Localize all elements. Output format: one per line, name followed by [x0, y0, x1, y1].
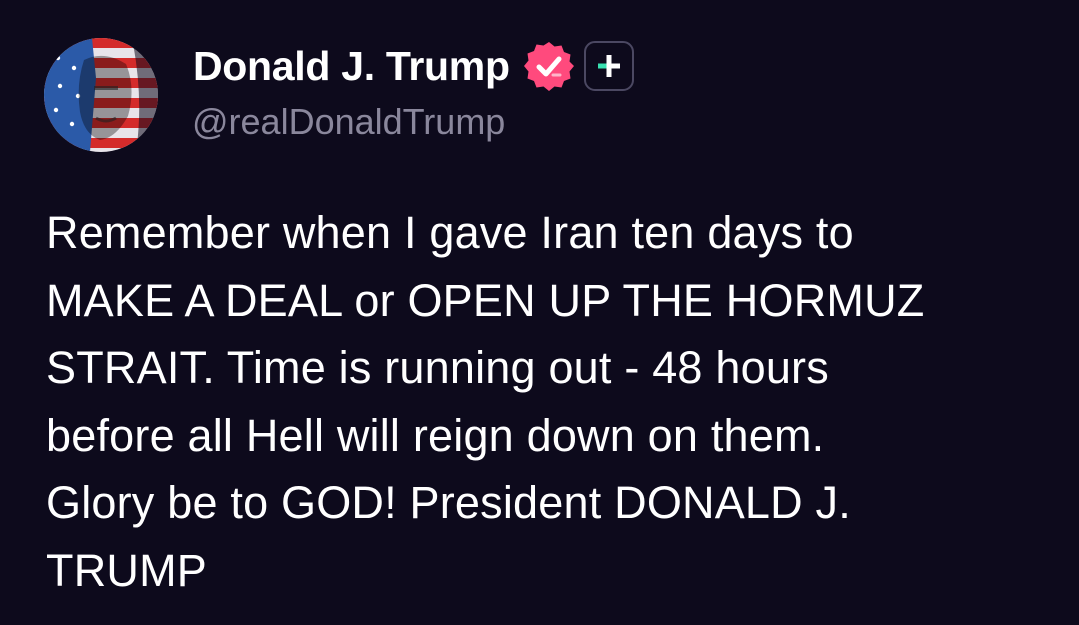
- avatar[interactable]: [44, 38, 158, 152]
- post-text: Remember when I gave Iran ten days to MA…: [46, 199, 1056, 604]
- post-text-line: TRUMP: [46, 544, 207, 596]
- author-handle[interactable]: @realDonaldTrump: [192, 101, 505, 143]
- post-text-line: STRAIT. Time is running out - 48 hours: [46, 342, 829, 393]
- follow-button[interactable]: [583, 41, 634, 91]
- author-name-row: Donald J. Trump: [193, 40, 634, 92]
- post-card: Donald J. Trump @realDonaldTrump Remembe…: [0, 0, 1079, 625]
- post-text-line: MAKE A DEAL or OPEN UP THE HORMUZ: [46, 274, 925, 326]
- post-text-line: before all Hell will reign down on them.: [46, 409, 825, 461]
- post-text-line: Glory be to GOD! President DONALD J.: [46, 477, 851, 528]
- plus-icon: [597, 55, 620, 77]
- flag-portrait-avatar-icon: [44, 38, 158, 152]
- post-text-line: Remember when I gave Iran ten days to: [46, 207, 854, 258]
- verified-badge-icon: [522, 39, 576, 93]
- author-display-name[interactable]: Donald J. Trump: [193, 43, 510, 90]
